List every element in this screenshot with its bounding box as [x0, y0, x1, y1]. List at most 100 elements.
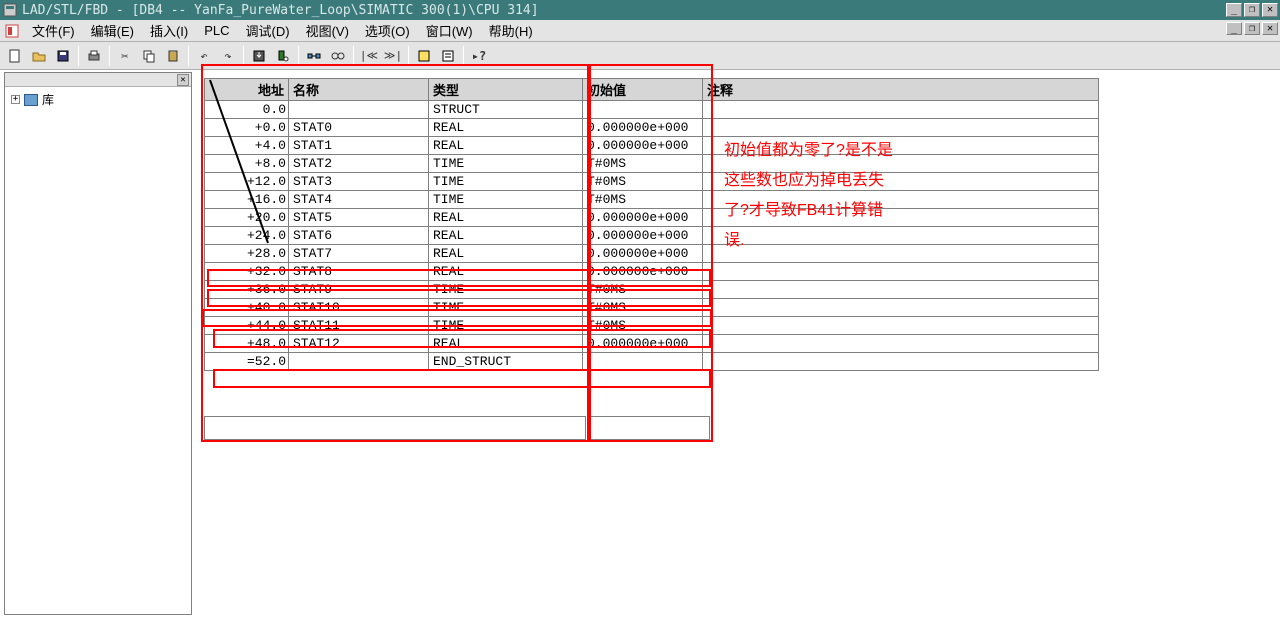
cell-type[interactable]: REAL — [429, 137, 583, 155]
cell-name[interactable]: STAT8 — [289, 263, 429, 281]
menu-help[interactable]: 帮助(H) — [481, 19, 541, 42]
open-icon[interactable] — [28, 45, 50, 67]
nav-first-icon[interactable]: |≪ — [358, 45, 380, 67]
cell-name[interactable]: STAT3 — [289, 173, 429, 191]
table-row[interactable]: +48.0STAT12REAL0.000000e+000 — [205, 335, 1099, 353]
cell-name[interactable] — [289, 101, 429, 119]
cell-type[interactable]: END_STRUCT — [429, 353, 583, 371]
cell-comment[interactable] — [703, 101, 1099, 119]
glasses-icon[interactable] — [327, 45, 349, 67]
monitor-icon[interactable] — [272, 45, 294, 67]
table-row[interactable]: +16.0STAT4TIMET#0MS — [205, 191, 1099, 209]
menu-edit[interactable]: 编辑(E) — [83, 19, 142, 42]
header-addr[interactable]: 地址 — [205, 79, 289, 101]
minimize-button[interactable]: _ — [1226, 3, 1242, 17]
cell-comment[interactable] — [703, 209, 1099, 227]
cell-name[interactable]: STAT2 — [289, 155, 429, 173]
header-name[interactable]: 名称 — [289, 79, 429, 101]
overview-icon[interactable] — [413, 45, 435, 67]
cell-init[interactable]: T#0MS — [583, 155, 703, 173]
save-icon[interactable] — [52, 45, 74, 67]
cell-name[interactable]: STAT0 — [289, 119, 429, 137]
table-row[interactable]: +28.0STAT7REAL0.000000e+000 — [205, 245, 1099, 263]
table-row[interactable]: 0.0 STRUCT — [205, 101, 1099, 119]
cell-type[interactable]: TIME — [429, 299, 583, 317]
cell-type[interactable]: TIME — [429, 281, 583, 299]
cell-init[interactable]: 0.000000e+000 — [583, 263, 703, 281]
cell-name[interactable]: STAT1 — [289, 137, 429, 155]
cell-addr[interactable]: 0.0 — [205, 101, 289, 119]
header-comment[interactable]: 注释 — [703, 79, 1099, 101]
tree-close-icon[interactable]: ✕ — [177, 74, 189, 86]
cell-name[interactable]: STAT10 — [289, 299, 429, 317]
mdi-close-button[interactable]: ✕ — [1262, 22, 1278, 35]
cell-comment[interactable] — [703, 317, 1099, 335]
table-row[interactable]: +12.0STAT3TIMET#0MS — [205, 173, 1099, 191]
cell-name[interactable]: STAT11 — [289, 317, 429, 335]
cell-addr[interactable]: +8.0 — [205, 155, 289, 173]
cell-comment[interactable] — [703, 155, 1099, 173]
cell-init[interactable]: T#0MS — [583, 281, 703, 299]
cell-addr[interactable]: +20.0 — [205, 209, 289, 227]
mdi-minimize-button[interactable]: _ — [1226, 22, 1242, 35]
menu-insert[interactable]: 插入(I) — [142, 19, 196, 42]
cell-comment[interactable] — [703, 245, 1099, 263]
table-row[interactable]: +36.0STAT9TIMET#0MS — [205, 281, 1099, 299]
menu-plc[interactable]: PLC — [196, 21, 237, 40]
cell-comment[interactable] — [703, 137, 1099, 155]
cell-type[interactable]: TIME — [429, 191, 583, 209]
cell-init[interactable]: 0.000000e+000 — [583, 119, 703, 137]
cell-name[interactable]: STAT4 — [289, 191, 429, 209]
cell-comment[interactable] — [703, 353, 1099, 371]
cell-comment[interactable] — [703, 299, 1099, 317]
menu-debug[interactable]: 调试(D) — [238, 19, 298, 42]
menu-view[interactable]: 视图(V) — [298, 19, 357, 42]
cell-type[interactable]: REAL — [429, 119, 583, 137]
cell-type[interactable]: STRUCT — [429, 101, 583, 119]
menu-file[interactable]: 文件(F) — [24, 19, 83, 42]
cell-type[interactable]: REAL — [429, 209, 583, 227]
cell-addr[interactable]: +24.0 — [205, 227, 289, 245]
cell-comment[interactable] — [703, 335, 1099, 353]
cell-type[interactable]: TIME — [429, 155, 583, 173]
cell-name[interactable]: STAT9 — [289, 281, 429, 299]
cell-comment[interactable] — [703, 227, 1099, 245]
cell-name[interactable]: STAT7 — [289, 245, 429, 263]
close-button[interactable]: ✕ — [1262, 3, 1278, 17]
network-icon[interactable] — [303, 45, 325, 67]
table-row[interactable]: +24.0STAT6REAL0.000000e+000 — [205, 227, 1099, 245]
cell-init[interactable]: 0.000000e+000 — [583, 209, 703, 227]
table-row[interactable]: +40.0STAT10TIMET#0MS — [205, 299, 1099, 317]
table-row[interactable]: =52.0 END_STRUCT — [205, 353, 1099, 371]
header-init[interactable]: 初始值 — [583, 79, 703, 101]
cell-type[interactable]: TIME — [429, 173, 583, 191]
cell-init[interactable]: 0.000000e+000 — [583, 137, 703, 155]
cell-addr[interactable]: +4.0 — [205, 137, 289, 155]
table-row[interactable]: +8.0STAT2TIMET#0MS — [205, 155, 1099, 173]
restore-button[interactable]: ❐ — [1244, 3, 1260, 17]
cell-name[interactable]: STAT12 — [289, 335, 429, 353]
cell-name[interactable] — [289, 353, 429, 371]
cell-init[interactable]: 0.000000e+000 — [583, 227, 703, 245]
copy-icon[interactable] — [138, 45, 160, 67]
cell-addr[interactable]: =52.0 — [205, 353, 289, 371]
cell-type[interactable]: TIME — [429, 317, 583, 335]
cell-init[interactable]: T#0MS — [583, 317, 703, 335]
cell-addr[interactable]: +44.0 — [205, 317, 289, 335]
table-row[interactable]: +32.0STAT8REAL0.000000e+000 — [205, 263, 1099, 281]
table-row[interactable]: +0.0STAT0REAL0.000000e+000 — [205, 119, 1099, 137]
context-help-icon[interactable]: ▸? — [468, 45, 490, 67]
tree-panel[interactable]: ✕ + 库 — [4, 72, 192, 615]
cell-init[interactable] — [583, 353, 703, 371]
details-icon[interactable] — [437, 45, 459, 67]
cell-addr[interactable]: +16.0 — [205, 191, 289, 209]
print-icon[interactable] — [83, 45, 105, 67]
cell-comment[interactable] — [703, 119, 1099, 137]
cell-comment[interactable] — [703, 173, 1099, 191]
undo-icon[interactable]: ↶ — [193, 45, 215, 67]
cell-addr[interactable]: +40.0 — [205, 299, 289, 317]
cell-type[interactable]: REAL — [429, 263, 583, 281]
cell-type[interactable]: REAL — [429, 227, 583, 245]
tree-root[interactable]: + 库 — [5, 87, 191, 112]
db-table[interactable]: 地址 名称 类型 初始值 注释 0.0STRUCT+0.0STAT0REAL0.… — [204, 78, 1099, 371]
